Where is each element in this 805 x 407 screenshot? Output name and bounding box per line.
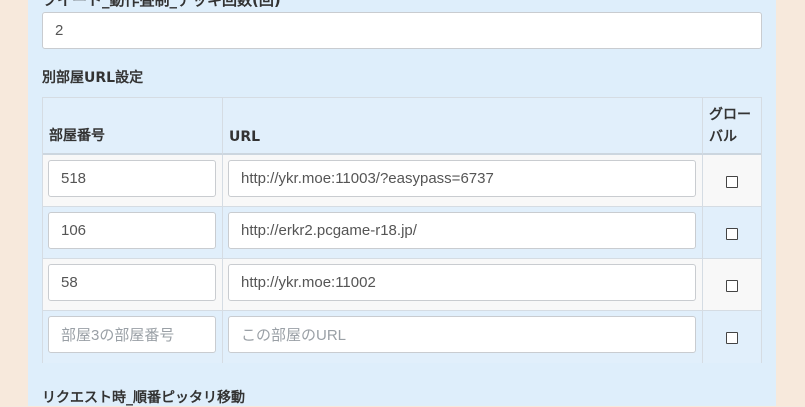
- room-url-table: 部屋番号 URL グロー バル 518 http://ykr.moe:11003…: [42, 97, 762, 363]
- room-url-input[interactable]: この部屋のURL: [228, 316, 696, 353]
- column-header-global: グロー バル: [703, 98, 761, 155]
- room-number-input[interactable]: 58: [48, 264, 216, 301]
- global-checkbox[interactable]: [726, 280, 738, 292]
- global-checkbox[interactable]: [726, 228, 738, 240]
- top-field-label: ツイート_動作畳制_デッキ回数(回): [42, 0, 281, 9]
- room-url-input[interactable]: http://erkr2.pcgame-r18.jp/: [228, 212, 696, 249]
- table-row: 部屋3の部屋番号 この部屋のURL: [43, 311, 761, 363]
- room-url-input[interactable]: http://ykr.moe:11003/?easypass=6737: [228, 160, 696, 197]
- column-header-url-label: URL: [229, 129, 261, 145]
- room-number-input[interactable]: 518: [48, 160, 216, 197]
- room-url-section-label: 別部屋URL設定: [42, 70, 144, 86]
- room-number-input[interactable]: 106: [48, 212, 216, 249]
- column-header-global-line2: バル: [709, 129, 737, 145]
- room-number-input[interactable]: 部屋3の部屋番号: [48, 316, 216, 353]
- table-row: 518 http://ykr.moe:11003/?easypass=6737: [43, 155, 761, 207]
- room-url-input[interactable]: http://ykr.moe:11002: [228, 264, 696, 301]
- column-header-url: URL: [223, 98, 703, 155]
- column-header-room-number: 部屋番号: [43, 98, 223, 155]
- column-header-global-label: グロー バル: [709, 104, 751, 145]
- table-row: 58 http://ykr.moe:11002: [43, 259, 761, 311]
- next-section-label: リクエスト時_順番ピッタリ移動: [42, 390, 245, 406]
- table-row: 106 http://erkr2.pcgame-r18.jp/: [43, 207, 761, 259]
- top-field-input[interactable]: 2: [42, 12, 762, 49]
- column-header-global-line1: グロー: [709, 107, 751, 123]
- column-header-room-number-label: 部屋番号: [49, 128, 105, 144]
- global-checkbox[interactable]: [726, 332, 738, 344]
- global-checkbox[interactable]: [726, 176, 738, 188]
